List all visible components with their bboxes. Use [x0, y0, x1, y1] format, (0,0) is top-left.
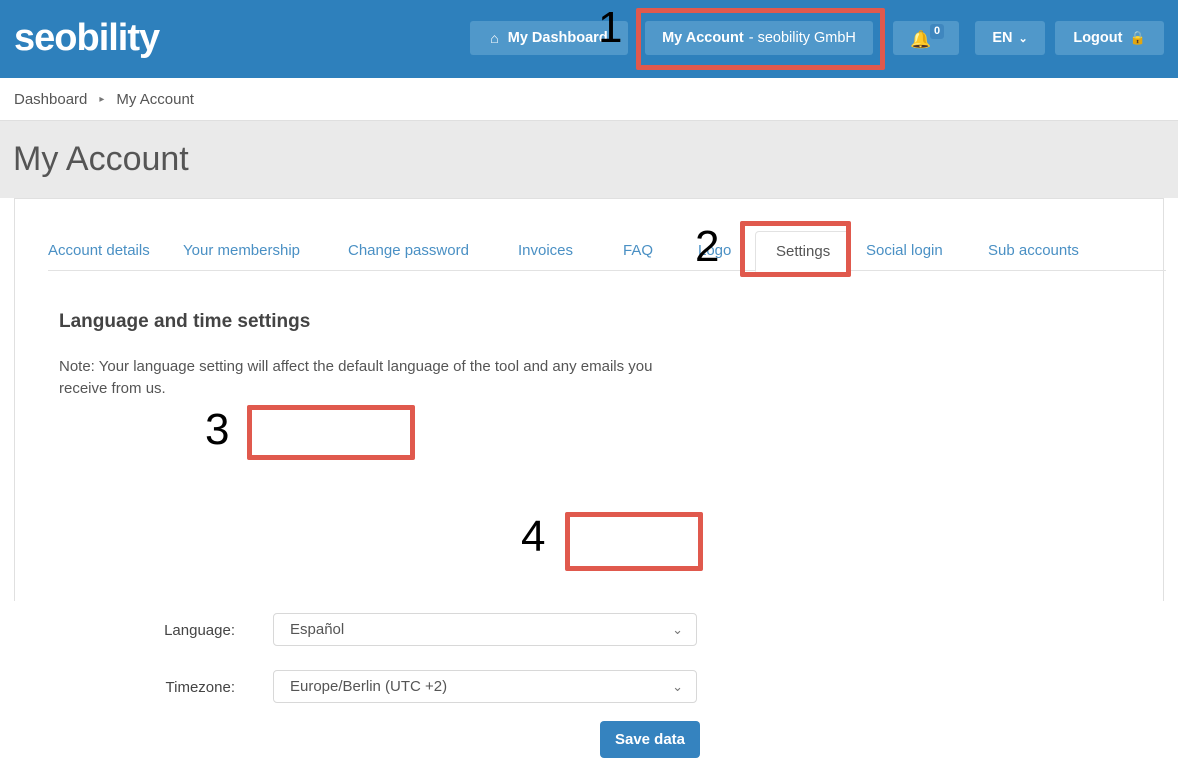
tab-label: Social login	[866, 241, 943, 259]
my-account-label: My Account	[662, 30, 744, 46]
chevron-down-icon: ⌄	[672, 622, 683, 637]
tab-logo[interactable]: Logo	[698, 230, 731, 270]
my-account-company: - seobility GmbH	[748, 30, 856, 46]
section-note: Note: Your language setting will affect …	[59, 358, 653, 397]
language-field-row: Language:	[125, 615, 235, 647]
tab-label: Your membership	[183, 241, 301, 259]
page-title: My Account	[13, 140, 189, 178]
logout-label: Logout	[1073, 30, 1123, 46]
account-card: Account details Your membership Change pas…	[14, 198, 1166, 758]
my-dashboard-button[interactable]: ⌂ My Dashboard	[470, 21, 628, 55]
tab-faq[interactable]: FAQ	[623, 230, 653, 270]
tab-label: Account details	[48, 241, 150, 259]
timezone-label: Timezone:	[165, 679, 235, 696]
section-title: Language and time settings	[59, 311, 311, 332]
bell-icon: 🔔	[910, 29, 932, 49]
my-account-button[interactable]: My Account - seobility GmbH	[645, 21, 873, 55]
tab-sub-accounts[interactable]: Sub accounts	[988, 230, 1079, 270]
language-switcher-button[interactable]: EN ⌄	[975, 21, 1045, 55]
tab-label: Settings	[776, 243, 831, 260]
tab-label: Change password	[348, 241, 469, 259]
notifications-button[interactable]: 🔔 0	[893, 21, 959, 55]
chevron-down-icon: ⌄	[672, 679, 683, 694]
language-switcher-label: EN	[992, 30, 1013, 46]
tab-label: Invoices	[518, 241, 574, 259]
tab-label: FAQ	[623, 241, 654, 259]
tab-account-details[interactable]: Account details	[48, 230, 150, 270]
timezone-field-row: Timezone:	[125, 672, 235, 704]
tab-invoices[interactable]: Invoices	[518, 230, 573, 270]
language-select-value: Español	[290, 621, 345, 638]
my-dashboard-label: My Dashboard	[507, 30, 608, 46]
breadcrumb-my-account[interactable]: My Account	[116, 91, 194, 108]
tab-social-login[interactable]: Social login	[866, 230, 943, 270]
tab-settings[interactable]: Settings	[755, 231, 852, 272]
lock-icon: 🔒	[1129, 30, 1146, 45]
tab-change-password[interactable]: Change password	[348, 230, 469, 270]
notification-count-badge: 0	[930, 24, 945, 39]
account-tab-bar: Account details Your membership Change pas…	[48, 230, 1166, 272]
page-title-band: My Account	[0, 120, 1178, 198]
timezone-select[interactable]: Europe/Berlin (UTC +2) ⌄	[273, 670, 697, 703]
home-icon: ⌂	[490, 30, 499, 46]
breadcrumb-separator-icon: ▸	[99, 93, 105, 105]
site-header: seobility ⌂ My Dashboard My Account - se…	[0, 0, 1178, 78]
breadcrumb: Dashboard ▸ My Account	[0, 78, 1178, 120]
language-label: Language:	[164, 622, 235, 639]
tab-label: Sub accounts	[988, 241, 1079, 259]
language-select[interactable]: Español ⌄	[273, 613, 697, 646]
seobility-logo[interactable]: seobility	[14, 17, 160, 59]
tab-label: Logo	[698, 241, 732, 259]
logout-button[interactable]: Logout 🔒	[1055, 21, 1164, 55]
timezone-select-value: Europe/Berlin (UTC +2)	[290, 678, 448, 695]
tab-your-membership[interactable]: Your membership	[183, 230, 300, 270]
save-data-button[interactable]: Save data	[600, 721, 700, 758]
chevron-down-icon: ⌄	[1018, 32, 1028, 45]
breadcrumb-dashboard[interactable]: Dashboard	[14, 91, 87, 108]
